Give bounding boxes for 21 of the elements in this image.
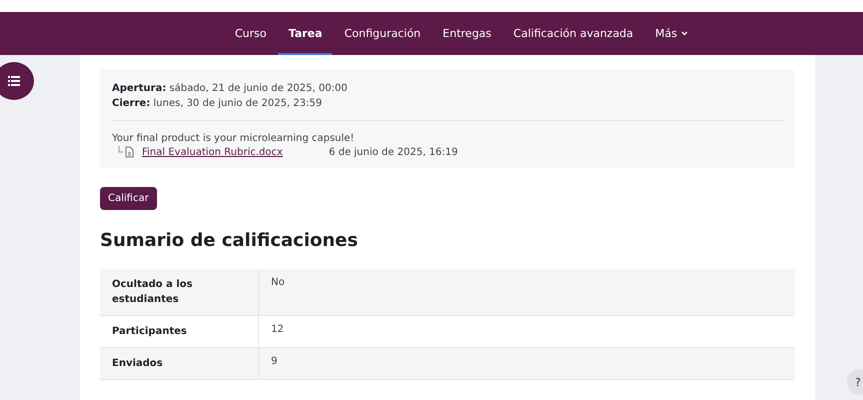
date-line: Apertura: sábado, 21 de junio de 2025, 00:00 — [112, 82, 348, 96]
nav-tab[interactable]: Calificación avanzada — [503, 12, 644, 55]
row-value: 9 — [258, 348, 795, 380]
nav-tab[interactable]: Configuración — [334, 12, 431, 55]
description-text: Your final product is your microlearning capsule! — [112, 133, 356, 144]
row-label: Ocultado a los estudiantes — [100, 269, 258, 316]
file-icon — [118, 146, 136, 158]
row-label: Enviados — [100, 348, 258, 380]
nav-tab[interactable]: Curso — [224, 12, 276, 55]
row-value: No — [258, 269, 795, 316]
chevron-icon — [681, 31, 688, 36]
drawer-toggle-button[interactable] — [0, 62, 34, 100]
more-menu[interactable]: Más — [645, 12, 698, 55]
help-button[interactable]: ? — [847, 369, 863, 395]
nav-tab[interactable]: Entregas — [432, 12, 502, 55]
grade-button[interactable]: Calificar — [100, 187, 157, 210]
date-line: Cierre: lunes, 30 de junio de 2025, 23:59 — [112, 97, 323, 111]
section-heading: Sumario de calificaciones — [100, 230, 359, 251]
attachment-date: 6 de junio de 2025, 16:19 — [328, 146, 458, 158]
attachment-link[interactable]: Final Evaluation Rubric.docx — [142, 146, 283, 158]
list-icon — [8, 76, 20, 86]
